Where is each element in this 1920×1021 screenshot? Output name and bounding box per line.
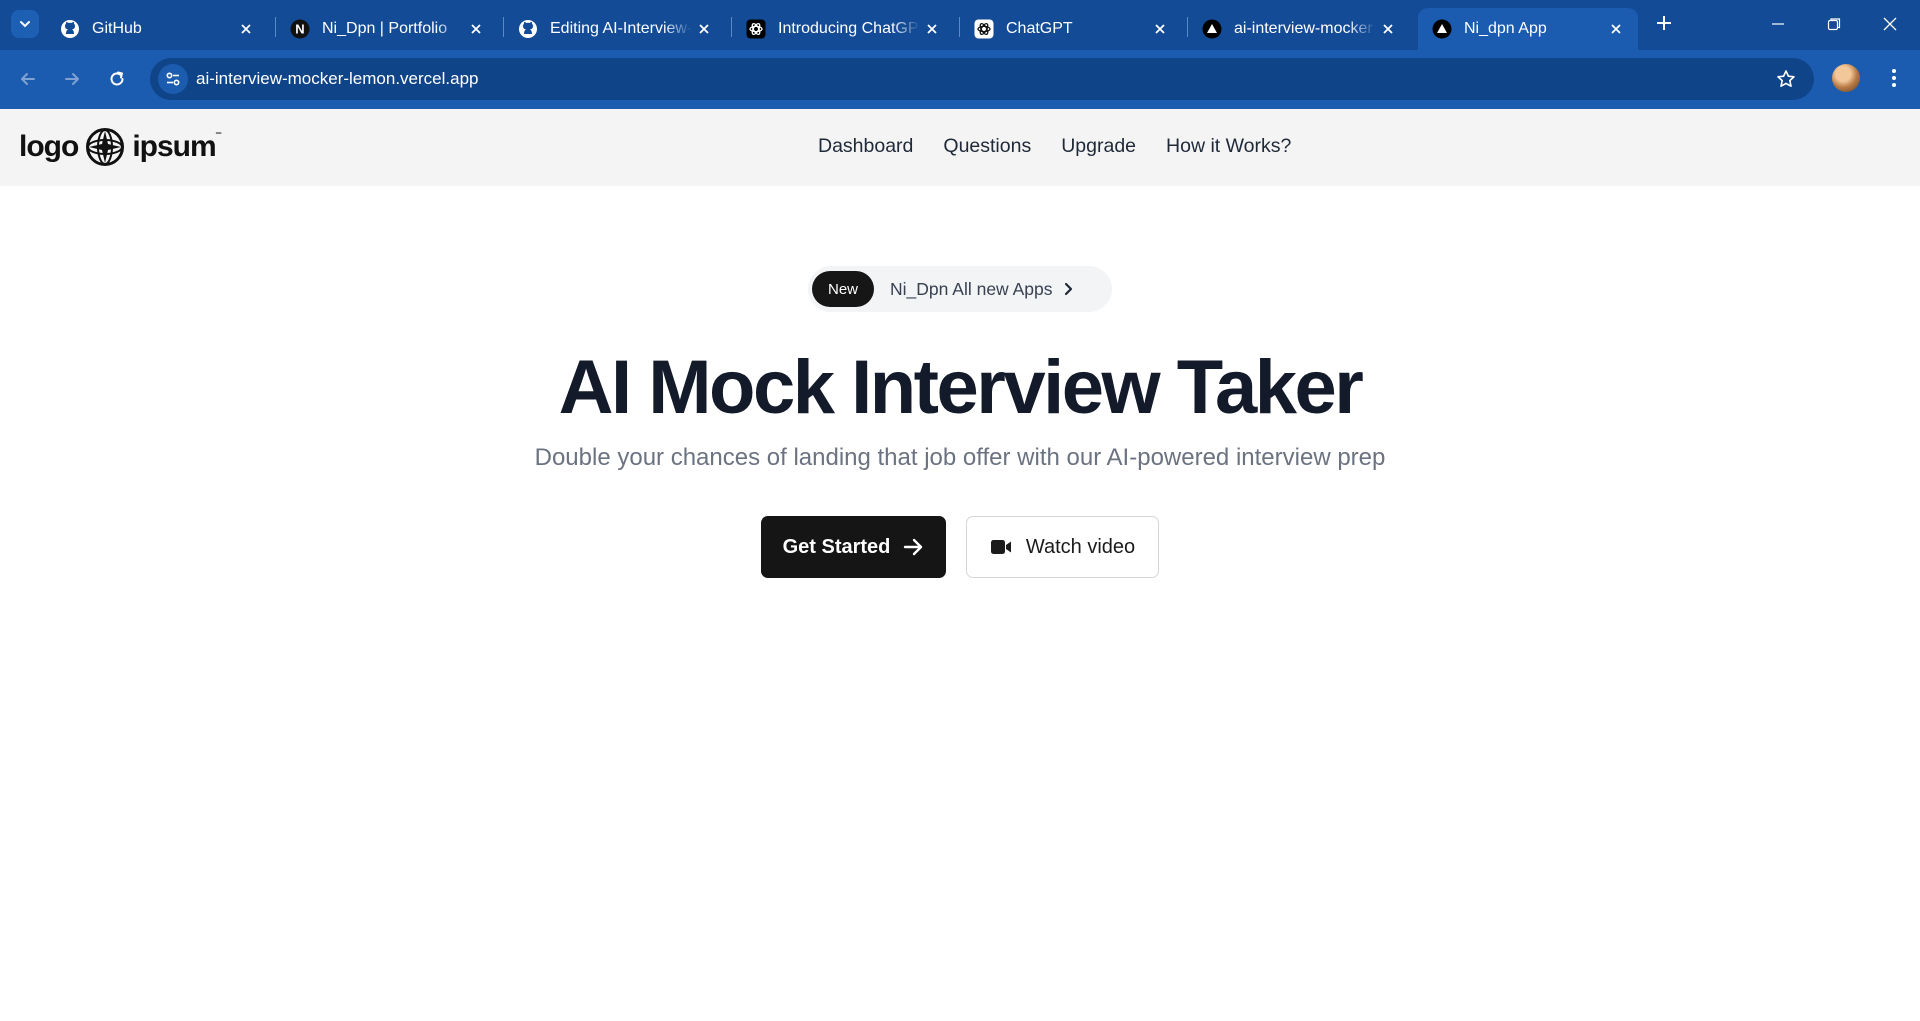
nav-questions[interactable]: Questions bbox=[943, 135, 1031, 158]
github-icon bbox=[60, 19, 80, 39]
forward-button[interactable] bbox=[56, 63, 88, 95]
url-text: ai-interview-mocker-lemon.vercel.app bbox=[196, 69, 479, 88]
tab-editing-github[interactable]: Editing AI-Interview-Mocker bbox=[504, 8, 726, 50]
chevron-down-icon bbox=[20, 21, 30, 28]
logo-globe-icon bbox=[85, 127, 125, 167]
site-logo[interactable]: logo ipsum ‾ bbox=[19, 127, 221, 167]
logo-trademark: ‾ bbox=[216, 131, 221, 145]
tune-icon bbox=[166, 72, 180, 86]
close-tab-icon[interactable] bbox=[692, 17, 716, 41]
close-tab-icon[interactable] bbox=[1148, 17, 1172, 41]
tab-title: GitHub bbox=[92, 20, 142, 37]
video-camera-icon bbox=[990, 540, 1011, 554]
openai-icon bbox=[974, 19, 994, 39]
page-subtitle: Double your chances of landing that job … bbox=[534, 444, 1386, 471]
close-icon bbox=[1883, 17, 1897, 31]
announcement-text: Ni_Dpn All new Apps bbox=[890, 278, 1053, 299]
restore-button[interactable] bbox=[1806, 6, 1862, 42]
announcement-pill[interactable]: New Ni_Dpn All new Apps bbox=[808, 266, 1112, 312]
bookmark-button[interactable] bbox=[1774, 67, 1798, 91]
nav-how-it-works[interactable]: How it Works? bbox=[1166, 135, 1291, 158]
watch-video-label: Watch video bbox=[1025, 535, 1136, 558]
tab-search-button[interactable] bbox=[11, 10, 39, 38]
tab-ni-dpn-app[interactable]: Ni_dpn App bbox=[1418, 8, 1638, 50]
close-tab-icon[interactable] bbox=[1376, 17, 1400, 41]
browser-tab-strip: GitHub N Ni_Dpn | Portfolio Editing AI-I… bbox=[0, 0, 1920, 50]
minimize-icon bbox=[1772, 23, 1784, 25]
n-logo-icon: N bbox=[290, 19, 310, 39]
new-badge: New bbox=[812, 271, 875, 307]
reload-button[interactable] bbox=[101, 63, 133, 95]
restore-icon bbox=[1827, 18, 1841, 31]
star-icon bbox=[1777, 70, 1795, 87]
watch-video-button[interactable]: Watch video bbox=[966, 516, 1159, 578]
close-tab-icon[interactable] bbox=[464, 17, 488, 41]
new-tab-button[interactable] bbox=[1652, 11, 1676, 35]
tab-introducing-chatgpt[interactable]: Introducing ChatGPT bbox=[732, 8, 954, 50]
address-bar[interactable]: ai-interview-mocker-lemon.vercel.app bbox=[150, 58, 1814, 100]
close-tab-icon[interactable] bbox=[1604, 17, 1628, 41]
vercel-icon bbox=[1202, 19, 1222, 39]
tab-title: Ni_dpn App bbox=[1464, 20, 1547, 37]
close-tab-icon[interactable] bbox=[234, 17, 258, 41]
main-nav: Dashboard Questions Upgrade How it Works… bbox=[818, 135, 1291, 158]
close-tab-icon[interactable] bbox=[920, 17, 944, 41]
arrow-left-icon bbox=[21, 73, 35, 85]
page-title: AI Mock Interview Taker bbox=[558, 345, 1364, 430]
tab-title: ai-interview-mocker bbox=[1234, 20, 1373, 37]
close-window-button[interactable] bbox=[1862, 6, 1918, 42]
site-info-button[interactable] bbox=[158, 64, 188, 94]
vercel-icon bbox=[1432, 19, 1452, 39]
back-button[interactable] bbox=[12, 63, 44, 95]
tab-title: ChatGPT bbox=[1006, 20, 1073, 37]
nav-upgrade[interactable]: Upgrade bbox=[1061, 135, 1136, 158]
get-started-label: Get Started bbox=[782, 535, 891, 558]
profile-avatar[interactable] bbox=[1832, 64, 1860, 92]
tab-github[interactable]: GitHub bbox=[46, 8, 268, 50]
site-header: logo ipsum ‾ Dashboard Questions Upgrade… bbox=[0, 109, 1920, 186]
arrow-right-icon bbox=[65, 73, 79, 85]
tab-title: Editing AI-Interview-Mocker bbox=[550, 20, 692, 37]
browser-toolbar: ai-interview-mocker-lemon.vercel.app bbox=[0, 50, 1920, 109]
logo-text-left: logo bbox=[19, 130, 79, 163]
chevron-right-icon bbox=[1060, 281, 1076, 297]
tab-title: Introducing ChatGPT bbox=[778, 20, 920, 37]
tab-ai-interview-mocker[interactable]: ai-interview-mocker bbox=[1188, 8, 1410, 50]
openai-icon bbox=[746, 19, 766, 39]
get-started-button[interactable]: Get Started bbox=[761, 516, 946, 578]
more-vertical-icon bbox=[1892, 69, 1896, 87]
github-icon bbox=[518, 19, 538, 39]
logo-text-right: ipsum bbox=[132, 130, 216, 163]
browser-menu-button[interactable] bbox=[1882, 64, 1906, 92]
plus-icon bbox=[1657, 16, 1671, 30]
tab-portfolio[interactable]: N Ni_Dpn | Portfolio bbox=[276, 8, 498, 50]
nav-dashboard[interactable]: Dashboard bbox=[818, 135, 913, 158]
minimize-button[interactable] bbox=[1750, 6, 1806, 42]
svg-text:N: N bbox=[295, 22, 304, 37]
arrow-right-icon bbox=[904, 538, 923, 556]
reload-icon bbox=[110, 71, 124, 86]
tab-title: Ni_Dpn | Portfolio bbox=[322, 20, 448, 37]
tab-chatgpt[interactable]: ChatGPT bbox=[960, 8, 1182, 50]
